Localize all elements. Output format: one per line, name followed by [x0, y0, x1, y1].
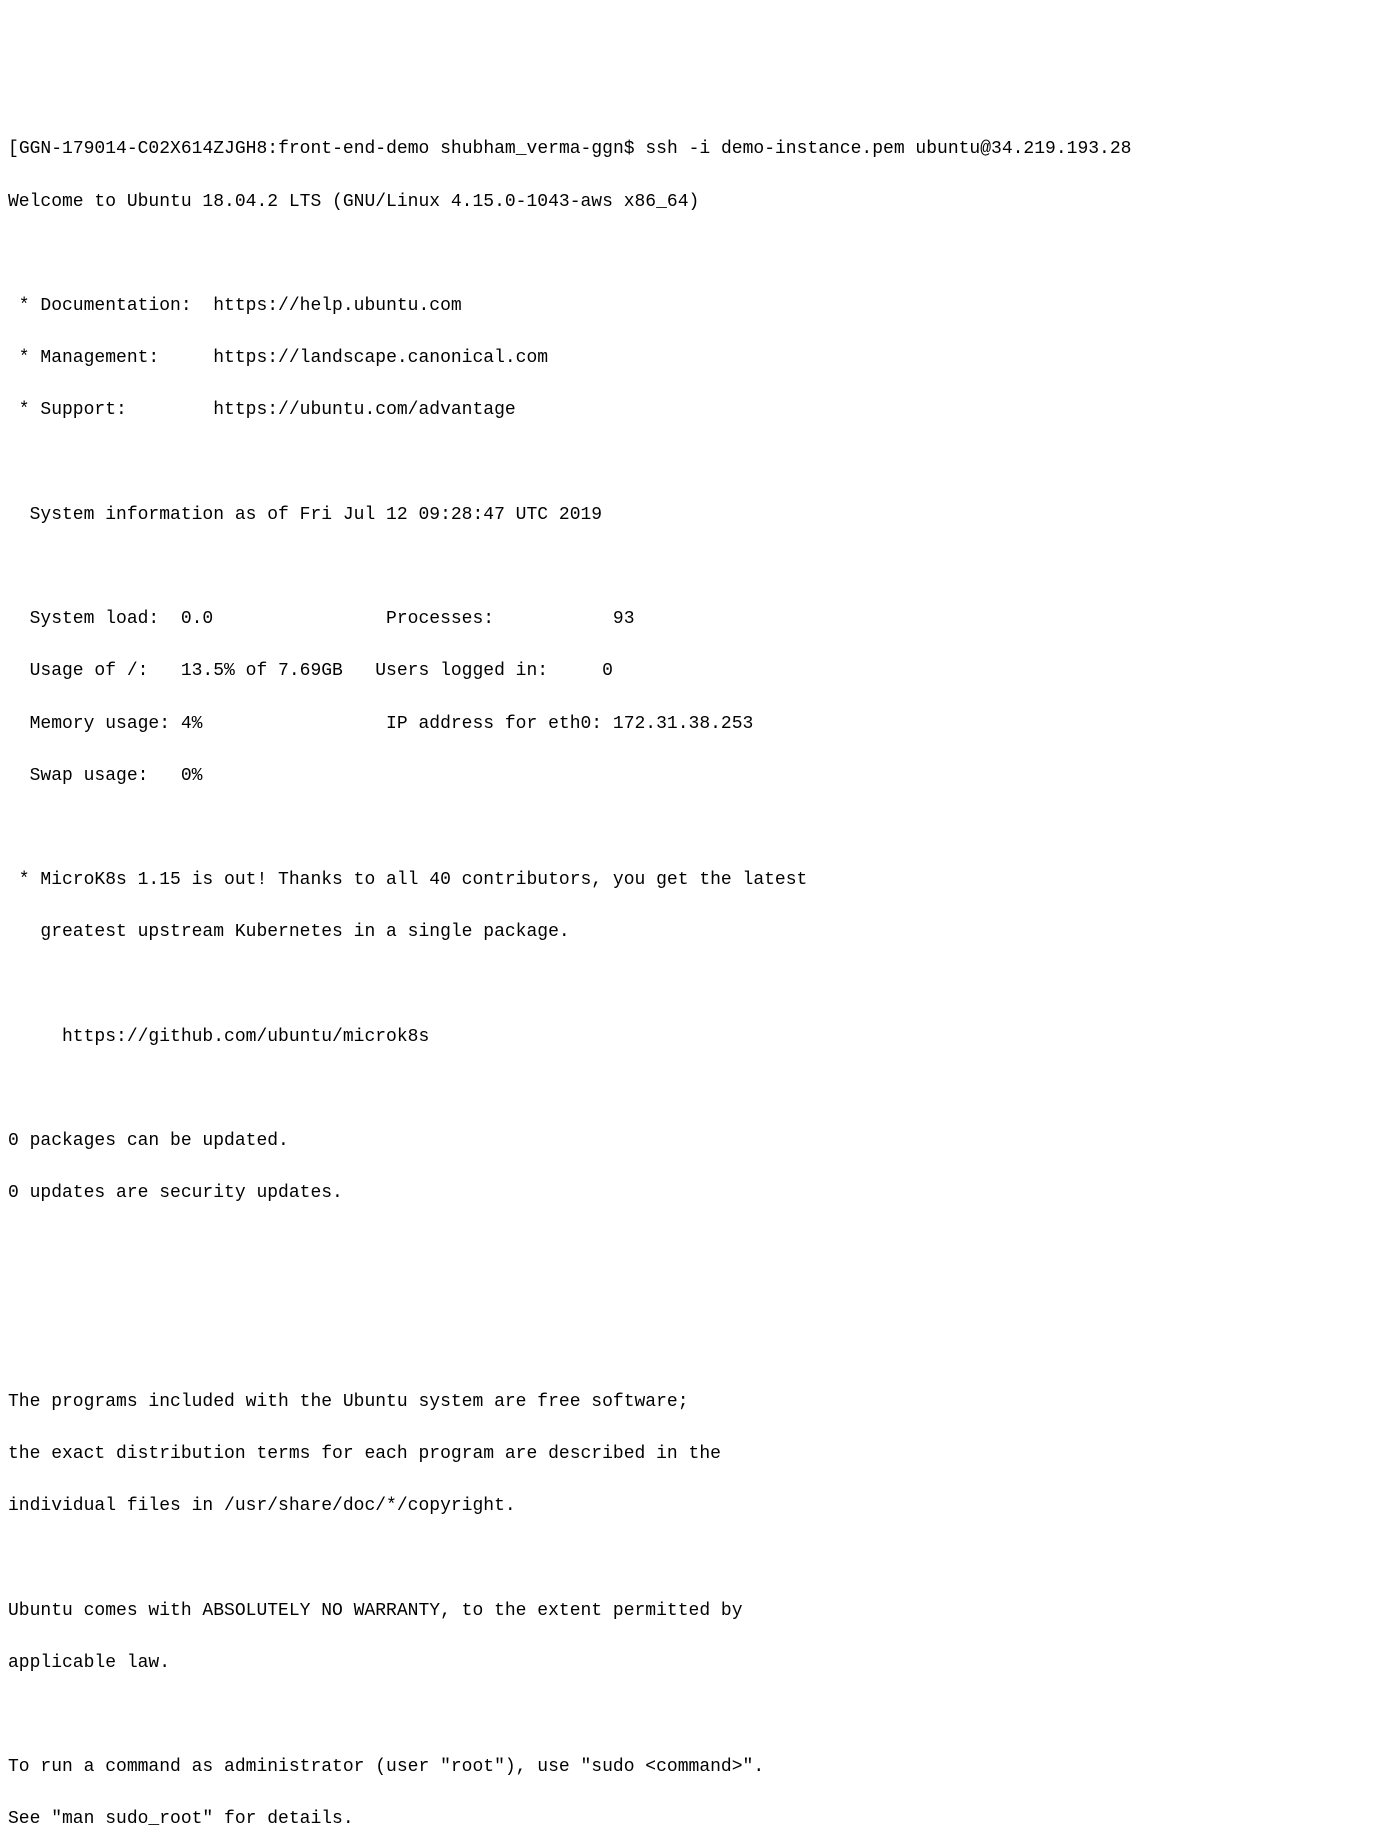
blank-line — [8, 450, 1392, 476]
bracket-open: [ — [8, 139, 19, 159]
blank-line — [8, 1076, 1392, 1102]
dollar-sign: $ — [624, 139, 646, 159]
legal-line-2: the exact distribution terms for each pr… — [8, 1441, 1392, 1467]
doc-label: * Documentation: — [8, 296, 213, 316]
microk8s-link: https://github.com/ubuntu/microk8s — [8, 1024, 1392, 1050]
sysinfo-row-2: Usage of /: 13.5% of 7.69GB Users logged… — [8, 658, 1392, 684]
support-url: https://ubuntu.com/advantage — [213, 400, 515, 420]
blank-line — [8, 815, 1392, 841]
updates-packages: 0 packages can be updated. — [8, 1128, 1392, 1154]
blank-line — [8, 241, 1392, 267]
blank-line — [8, 1285, 1392, 1311]
blank-line — [8, 1232, 1392, 1258]
support-label: * Support: — [8, 400, 213, 420]
sudo-hint-line-1: To run a command as administrator (user … — [8, 1754, 1392, 1780]
sysinfo-row-4: Swap usage: 0% — [8, 763, 1392, 789]
local-prompt-line: [GGN-179014-C02X614ZJGH8:front-end-demo … — [8, 136, 1392, 162]
welcome-line: Welcome to Ubuntu 18.04.2 LTS (GNU/Linux… — [8, 189, 1392, 215]
mgmt-url: https://landscape.canonical.com — [213, 348, 548, 368]
sysinfo-row-1: System load: 0.0 Processes: 93 — [8, 606, 1392, 632]
microk8s-line-2: greatest upstream Kubernetes in a single… — [8, 919, 1392, 945]
doc-link-line: * Documentation: https://help.ubuntu.com — [8, 293, 1392, 319]
support-link-line: * Support: https://ubuntu.com/advantage — [8, 397, 1392, 423]
legal-line-1: The programs included with the Ubuntu sy… — [8, 1389, 1392, 1415]
ssh-command: ssh -i demo-instance.pem ubuntu@34.219.1… — [645, 139, 1131, 159]
colon: : — [267, 139, 278, 159]
doc-url: https://help.ubuntu.com — [213, 296, 461, 316]
sysinfo-row-3: Memory usage: 4% IP address for eth0: 17… — [8, 711, 1392, 737]
warranty-line-1: Ubuntu comes with ABSOLUTELY NO WARRANTY… — [8, 1598, 1392, 1624]
blank-line — [8, 1702, 1392, 1728]
warranty-line-2: applicable law. — [8, 1650, 1392, 1676]
blank-line — [8, 1337, 1392, 1363]
microk8s-line-1: * MicroK8s 1.15 is out! Thanks to all 40… — [8, 867, 1392, 893]
sysinfo-header: System information as of Fri Jul 12 09:2… — [8, 502, 1392, 528]
mgmt-link-line: * Management: https://landscape.canonica… — [8, 345, 1392, 371]
local-hostname: GGN-179014-C02X614ZJGH8 — [19, 139, 267, 159]
terminal-output[interactable]: [GGN-179014-C02X614ZJGH8:front-end-demo … — [8, 110, 1392, 1844]
local-user: shubham_verma-ggn — [440, 139, 624, 159]
blank-line — [8, 971, 1392, 997]
updates-security: 0 updates are security updates. — [8, 1180, 1392, 1206]
sudo-hint-line-2: See "man sudo_root" for details. — [8, 1806, 1392, 1832]
local-cwd: front-end-demo — [278, 139, 429, 159]
blank-line — [8, 1546, 1392, 1572]
blank-line — [8, 554, 1392, 580]
legal-line-3: individual files in /usr/share/doc/*/cop… — [8, 1493, 1392, 1519]
mgmt-label: * Management: — [8, 348, 213, 368]
